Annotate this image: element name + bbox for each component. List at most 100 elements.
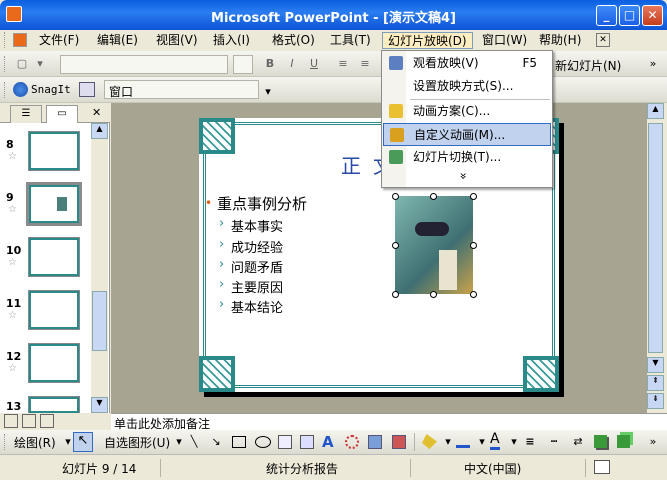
slide-thumbnail-8[interactable]	[28, 131, 80, 171]
rectangle-icon[interactable]	[232, 436, 246, 448]
menu-expand-icon[interactable]: »	[457, 172, 471, 179]
vertical-textbox-icon[interactable]	[300, 435, 314, 449]
fill-color-icon[interactable]	[422, 434, 437, 449]
slide-thumbnail-10[interactable]	[28, 237, 80, 277]
slide-thumbnail-11[interactable]	[28, 290, 80, 330]
menu-tools[interactable]: 工具(T)	[325, 32, 376, 49]
resize-handle[interactable]	[430, 291, 437, 298]
sorter-view-icon[interactable]	[22, 414, 36, 428]
previous-slide-icon[interactable]: ⇞	[647, 375, 664, 391]
close-button[interactable]: ✕	[642, 5, 663, 26]
scroll-thumb[interactable]	[648, 123, 663, 353]
dash-style-icon[interactable]: ┅	[546, 434, 562, 450]
resize-handle[interactable]	[470, 193, 477, 200]
slide-thumbnail-9[interactable]	[26, 182, 82, 226]
scroll-up-icon[interactable]: ▲	[647, 103, 664, 119]
3d-style-icon[interactable]	[617, 435, 630, 448]
slide-thumbnail-13[interactable]	[28, 396, 80, 414]
menu-item-custom-animation[interactable]: 自定义动画(M)...	[383, 123, 551, 146]
minimize-button[interactable]: _	[596, 5, 617, 26]
shadow-style-icon[interactable]	[594, 435, 607, 448]
select-pointer-icon[interactable]: ↖	[73, 432, 93, 452]
autoshapes-dropdown-icon[interactable]: ▾	[171, 434, 187, 450]
menu-item-slide-transition[interactable]: 幻灯片切换(T)...	[383, 146, 551, 169]
sub-bullet[interactable]: 问题矛盾	[231, 257, 283, 276]
autoshapes-button[interactable]: 自选图形(U)	[104, 434, 170, 451]
resize-handle[interactable]	[470, 242, 477, 249]
menu-insert[interactable]: 插入(I)	[208, 32, 255, 49]
snagit-grip[interactable]	[4, 82, 7, 98]
sub-bullet[interactable]: 基本结论	[231, 297, 283, 316]
scroll-up-icon[interactable]: ▲	[91, 123, 108, 139]
slide-title-char[interactable]: 正	[341, 150, 361, 179]
slide-thumbnail-12[interactable]	[28, 343, 80, 383]
clipart-icon[interactable]	[368, 435, 382, 449]
sub-bullet[interactable]: 主要原因	[231, 277, 283, 296]
font-combo[interactable]	[60, 55, 228, 74]
menu-grip[interactable]	[4, 32, 7, 48]
menu-format[interactable]: 格式(O)	[267, 32, 320, 49]
arrow-style-icon[interactable]: ⇄	[570, 434, 586, 450]
font-color-dropdown-icon[interactable]: ▾	[506, 434, 522, 450]
diagram-icon[interactable]	[345, 435, 359, 449]
window-combo[interactable]: 窗口	[104, 80, 259, 99]
numbering-icon[interactable]: ≡	[335, 56, 351, 72]
capture-icon[interactable]	[79, 82, 95, 97]
toolbar-grip[interactable]	[4, 56, 7, 72]
scroll-thumb[interactable]	[92, 291, 107, 351]
clipart-picture[interactable]	[395, 196, 473, 294]
scroll-down-icon[interactable]: ▼	[91, 397, 108, 413]
snagit-button[interactable]: SnagIt	[31, 83, 71, 96]
menu-item-animation-schemes[interactable]: 动画方案(C)...	[383, 100, 551, 123]
combo-arrow-icon[interactable]: ▾	[260, 84, 276, 100]
new-document-icon[interactable]: ▢	[14, 56, 30, 72]
resize-handle[interactable]	[392, 193, 399, 200]
slides-scrollbar[interactable]: ▲ ▼	[91, 123, 108, 413]
normal-view-icon[interactable]	[4, 414, 18, 428]
next-slide-icon[interactable]: ⇟	[647, 393, 664, 409]
menu-slideshow[interactable]: 幻灯片放映(D)	[382, 32, 473, 49]
main-bullet[interactable]: 重点事例分析	[217, 193, 307, 214]
menu-view[interactable]: 视图(V)	[151, 32, 203, 49]
oval-icon[interactable]	[255, 436, 271, 448]
menu-edit[interactable]: 编辑(E)	[92, 32, 143, 49]
snagit-icon[interactable]	[13, 82, 28, 97]
line-style-icon[interactable]: ≡	[522, 434, 538, 450]
line-color-dropdown-icon[interactable]: ▾	[474, 434, 490, 450]
resize-handle[interactable]	[392, 291, 399, 298]
fill-dropdown-icon[interactable]: ▾	[440, 434, 456, 450]
resize-handle[interactable]	[392, 242, 399, 249]
tab-outline[interactable]: ☰	[10, 105, 42, 123]
pane-close-icon[interactable]: ✕	[92, 106, 101, 119]
resize-handle[interactable]	[430, 193, 437, 200]
resize-handle[interactable]	[470, 291, 477, 298]
menu-help[interactable]: 帮助(H)	[534, 32, 586, 49]
menu-file[interactable]: 文件(F)	[34, 32, 84, 49]
document-icon[interactable]	[13, 33, 27, 47]
slideshow-view-icon[interactable]	[40, 414, 54, 428]
wordart-icon[interactable]: A	[322, 433, 334, 451]
drawbar-overflow-icon[interactable]: »	[645, 434, 661, 450]
sub-bullet[interactable]: 基本事实	[231, 216, 283, 235]
new-slide-button[interactable]: 新幻灯片(N)	[555, 57, 621, 74]
editor-scrollbar[interactable]: ▲ ▼ ⇞ ⇟	[647, 103, 664, 413]
bullets-icon[interactable]: ≡	[357, 56, 373, 72]
menu-item-view-show[interactable]: 观看放映(V) F5	[383, 52, 551, 75]
toolbar-overflow-icon[interactable]: »	[645, 56, 661, 72]
bold-icon[interactable]: B	[262, 56, 278, 72]
menu-window[interactable]: 窗口(W)	[477, 32, 532, 49]
drawbar-grip[interactable]	[4, 434, 7, 450]
sub-bullet[interactable]: 成功经验	[231, 237, 283, 256]
scroll-down-icon[interactable]: ▼	[647, 357, 664, 373]
menu-item-setup-show[interactable]: 设置放映方式(S)...	[383, 75, 551, 98]
tab-slides[interactable]: ▭	[46, 105, 78, 123]
textbox-icon[interactable]	[278, 435, 292, 449]
line-color-icon[interactable]	[456, 436, 470, 448]
arrow-icon[interactable]: ↘	[208, 434, 224, 450]
italic-icon[interactable]: I	[284, 56, 300, 72]
menu-close-icon[interactable]: ✕	[596, 33, 610, 47]
dropdown-arrow-icon[interactable]: ▾	[32, 56, 48, 72]
font-size-combo[interactable]	[233, 55, 253, 74]
picture-icon[interactable]	[392, 435, 406, 449]
underline-icon[interactable]: U	[306, 56, 322, 72]
